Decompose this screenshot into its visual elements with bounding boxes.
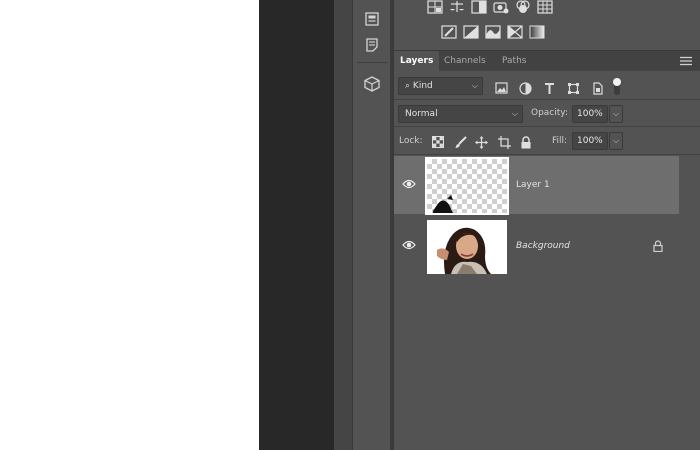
blend-mode-dropdown[interactable]: Normal ⌵ <box>398 105 523 123</box>
background-thumbnail <box>427 220 507 274</box>
fill-label: Fill: <box>552 136 568 146</box>
tab-layers[interactable]: Layers <box>394 51 440 72</box>
exposure-icon[interactable] <box>493 0 509 14</box>
layers-scrollbar[interactable] <box>679 155 700 450</box>
shape-filter-icon[interactable] <box>566 81 580 95</box>
chevron-down-icon: ⌵ <box>471 81 478 90</box>
filter-kind-label: Kind <box>412 81 433 91</box>
smart-object-filter-icon[interactable] <box>590 81 604 95</box>
visibility-eye-icon[interactable] <box>402 178 416 190</box>
fill-slider-toggle[interactable]: ⌵ <box>609 132 623 150</box>
visibility-eye-icon[interactable] <box>402 239 416 251</box>
vibrance-icon[interactable] <box>515 0 531 14</box>
posterize-icon[interactable] <box>441 25 457 39</box>
lock-label: Lock: <box>399 136 423 146</box>
adjustments-row-2 <box>441 25 545 39</box>
gradient-map-icon[interactable] <box>485 25 501 39</box>
tab-paths[interactable]: Paths <box>496 51 532 72</box>
lock-image-pixels-brush-icon[interactable] <box>453 135 467 149</box>
opacity-label: Opacity: <box>531 108 568 118</box>
background-layer-name[interactable]: Background <box>516 241 570 251</box>
layer-row-layer-1[interactable]: Layer 1 <box>394 156 679 215</box>
blend-mode-value: Normal <box>405 109 438 119</box>
chevron-down-icon: ⌵ <box>612 109 620 118</box>
chevron-down-icon: ⌵ <box>511 109 518 118</box>
properties-panel-icon[interactable] <box>363 10 381 28</box>
notes-panel-icon[interactable] <box>363 36 381 54</box>
layers-panel-group: Layers Channels Paths ⌕ Kind ⌵ Normal ⌵ <box>394 0 700 450</box>
lock-transparent-pixels-icon[interactable] <box>431 135 445 149</box>
layer-lock-icon[interactable] <box>653 240 665 253</box>
color-balance-grid-icon[interactable] <box>537 0 553 14</box>
search-icon: ⌕ <box>405 81 411 91</box>
opacity-slider-toggle[interactable]: ⌵ <box>609 105 623 123</box>
tab-channels[interactable]: Channels <box>438 51 492 72</box>
gradient-icon[interactable] <box>529 25 545 39</box>
levels-icon[interactable] <box>449 0 465 14</box>
pixel-filter-icon[interactable] <box>494 81 508 95</box>
adjustment-filter-icon[interactable] <box>518 81 532 95</box>
portrait-photo-icon <box>427 220 507 274</box>
filter-kind-dropdown[interactable]: ⌕ Kind ⌵ <box>398 77 483 95</box>
threshold-icon[interactable] <box>463 25 479 39</box>
layer-1-name[interactable]: Layer 1 <box>516 180 550 190</box>
collapsed-panel-strip <box>353 0 391 450</box>
3d-panel-icon[interactable] <box>363 75 381 93</box>
layer-row-background[interactable]: Background <box>394 217 679 275</box>
fill-field[interactable]: 100% <box>572 132 608 150</box>
dock-gutter <box>334 0 353 450</box>
adjustments-row-1 <box>427 0 553 14</box>
lock-all-icon[interactable] <box>519 135 533 149</box>
lock-position-move-icon[interactable] <box>474 135 488 149</box>
document-canvas[interactable] <box>0 0 259 450</box>
chevron-down-icon: ⌵ <box>612 136 620 145</box>
lock-artboard-icon[interactable] <box>497 135 511 149</box>
opacity-field[interactable]: 100% <box>572 105 608 123</box>
selective-color-icon[interactable] <box>507 25 523 39</box>
curves-icon[interactable] <box>471 0 487 14</box>
filter-toggle-icon[interactable] <box>610 77 624 97</box>
panel-tab-bar: Layers Channels Paths <box>394 50 700 72</box>
brightness-contrast-icon[interactable] <box>427 0 443 14</box>
type-filter-icon[interactable] <box>542 81 556 95</box>
strip-separator <box>357 62 387 63</box>
selected-thumbnail-frame <box>425 157 509 215</box>
pasteboard <box>259 0 334 450</box>
blend-row: Normal ⌵ Opacity: 100% ⌵ <box>394 100 700 127</box>
panel-menu-icon[interactable] <box>680 56 692 66</box>
